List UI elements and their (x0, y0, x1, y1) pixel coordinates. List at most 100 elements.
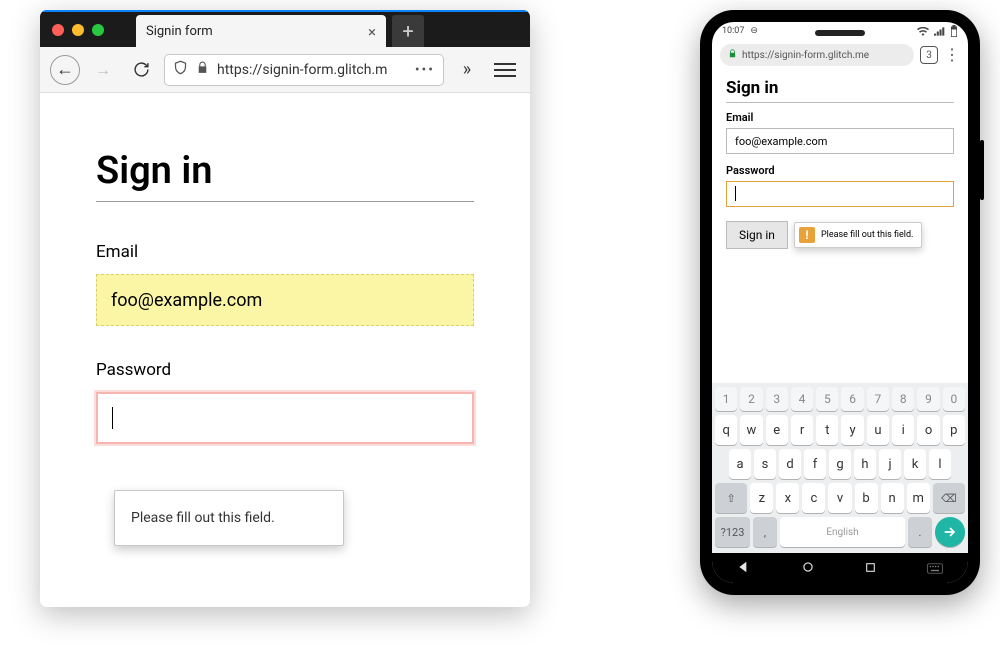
phone-device: 10:07 ⊖ https://signin-form.glitch.me (700, 10, 980, 595)
page-content: Sign in Email Password (40, 93, 530, 444)
key-English[interactable]: English (780, 517, 905, 547)
key-q[interactable]: q (715, 415, 737, 445)
url-text: https://signin-form.glitch.m (217, 62, 387, 78)
email-label: Email (726, 111, 954, 124)
key-2[interactable]: 2 (740, 387, 762, 411)
phone-power-button[interactable] (980, 140, 984, 200)
hamburger-icon (494, 63, 516, 77)
page-title: Sign in (96, 149, 474, 193)
key-8[interactable]: 8 (892, 387, 914, 411)
android-nav-bar (712, 553, 968, 583)
key-s[interactable]: s (754, 449, 776, 479)
key-.[interactable]: . (908, 517, 932, 547)
overflow-toolbar-button[interactable]: » (452, 55, 482, 85)
app-menu-button[interactable] (490, 55, 520, 85)
key-y[interactable]: y (841, 415, 863, 445)
back-button[interactable]: ← (50, 55, 80, 85)
key-0[interactable]: 0 (943, 387, 965, 411)
key-4[interactable]: 4 (791, 387, 813, 411)
validation-tooltip: ! Please fill out this field. (794, 222, 922, 248)
nav-home-button[interactable] (801, 559, 815, 578)
text-caret (112, 407, 113, 429)
battery-icon (950, 25, 958, 37)
email-field[interactable] (96, 274, 474, 326)
key-n[interactable]: n (881, 483, 904, 513)
do-not-disturb-icon: ⊖ (750, 26, 758, 36)
phone-screen: 10:07 ⊖ https://signin-form.glitch.me (712, 22, 968, 583)
close-tab-button[interactable]: × (368, 23, 376, 41)
key-p[interactable]: p (943, 415, 965, 445)
key-,[interactable]: , (753, 517, 777, 547)
key-7[interactable]: 7 (867, 387, 889, 411)
minimize-window-button[interactable] (72, 24, 84, 36)
key-go[interactable] (935, 517, 965, 547)
page-actions-button[interactable]: ••• (415, 62, 435, 78)
shield-icon (173, 60, 188, 79)
key-1[interactable]: 1 (715, 387, 737, 411)
status-time: 10:07 (722, 26, 744, 36)
key-c[interactable]: c (802, 483, 825, 513)
key-m[interactable]: m (907, 483, 930, 513)
divider (96, 201, 474, 202)
key-z[interactable]: z (750, 483, 773, 513)
forward-button[interactable]: → (88, 55, 118, 85)
new-tab-button[interactable]: + (392, 15, 424, 47)
browser-tab[interactable]: Signin form × (136, 15, 386, 47)
key-k[interactable]: k (904, 449, 926, 479)
key-v[interactable]: v (828, 483, 851, 513)
key-3[interactable]: 3 (766, 387, 788, 411)
browser-toolbar: ← → https://signin-form.glitch.m ••• » (40, 47, 530, 93)
address-bar[interactable]: https://signin-form.glitch.m ••• (164, 54, 444, 86)
validation-message: Please fill out this field. (821, 230, 913, 240)
key-?123[interactable]: ?123 (715, 517, 750, 547)
nav-keyboard-button[interactable] (927, 559, 943, 578)
key-i[interactable]: i (892, 415, 914, 445)
key-o[interactable]: o (917, 415, 939, 445)
key-j[interactable]: j (879, 449, 901, 479)
lock-icon (196, 61, 209, 78)
email-label: Email (96, 242, 474, 262)
signal-icon (934, 27, 945, 36)
tab-title: Signin form (146, 24, 213, 39)
phone-speaker (815, 30, 865, 36)
close-window-button[interactable] (52, 24, 64, 36)
maximize-window-button[interactable] (92, 24, 104, 36)
key-6[interactable]: 6 (841, 387, 863, 411)
key-9[interactable]: 9 (917, 387, 939, 411)
key-b[interactable]: b (855, 483, 878, 513)
signin-button[interactable]: Sign in (726, 221, 788, 249)
reload-button[interactable] (126, 55, 156, 85)
password-label: Password (726, 164, 954, 177)
mobile-address-bar[interactable]: https://signin-form.glitch.me (720, 44, 914, 66)
key-⌫[interactable]: ⌫ (933, 483, 965, 513)
key-h[interactable]: h (854, 449, 876, 479)
key-e[interactable]: e (766, 415, 788, 445)
key-⇧[interactable]: ⇧ (715, 483, 747, 513)
key-w[interactable]: w (740, 415, 762, 445)
key-a[interactable]: a (729, 449, 751, 479)
mobile-browser-toolbar: https://signin-form.glitch.me 3 ⋮ (712, 40, 968, 70)
password-field[interactable] (726, 181, 954, 207)
key-g[interactable]: g (829, 449, 851, 479)
email-field[interactable] (726, 128, 954, 154)
warning-icon: ! (799, 227, 815, 243)
nav-recents-button[interactable] (864, 559, 877, 578)
key-f[interactable]: f (804, 449, 826, 479)
window-controls (40, 24, 116, 36)
key-l[interactable]: l (929, 449, 951, 479)
tab-switcher-button[interactable]: 3 (920, 46, 938, 64)
desktop-browser-window: Signin form × + ← → https://signin-form.… (40, 10, 530, 607)
password-field[interactable] (96, 392, 474, 444)
page-title: Sign in (726, 78, 954, 103)
key-t[interactable]: t (816, 415, 838, 445)
validation-message: Please fill out this field. (131, 510, 275, 526)
key-d[interactable]: d (779, 449, 801, 479)
key-x[interactable]: x (776, 483, 799, 513)
key-r[interactable]: r (791, 415, 813, 445)
mobile-url-text: https://signin-form.glitch.me (742, 50, 869, 61)
key-u[interactable]: u (867, 415, 889, 445)
nav-back-button[interactable] (737, 559, 751, 578)
soft-keyboard: 1234567890 qwertyuiop asdfghjkl ⇧zxcvbnm… (712, 383, 968, 553)
key-5[interactable]: 5 (816, 387, 838, 411)
wifi-icon (917, 27, 929, 36)
